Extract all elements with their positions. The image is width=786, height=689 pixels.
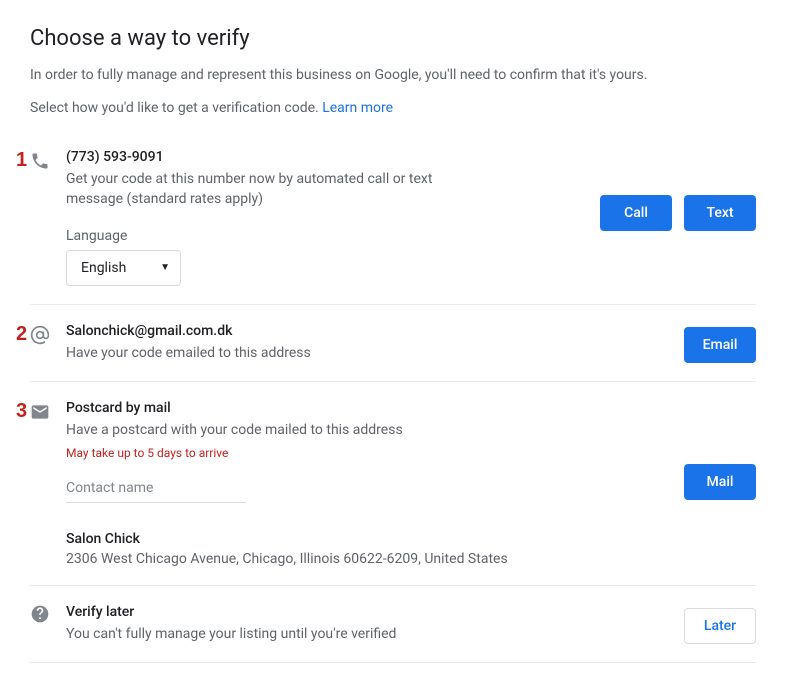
annotation-3: 3 <box>16 400 27 423</box>
intro-prefix: Select how you'd like to get a verificat… <box>30 100 322 116</box>
address-line: 2306 West Chicago Avenue, Chicago, Illin… <box>66 551 672 567</box>
email-desc: Have your code emailed to this address <box>66 343 456 363</box>
verify-option-phone: 1 (773) 593-9091 Get your code at this n… <box>30 131 756 305</box>
intro-line-2: Select how you'd like to get a verificat… <box>30 98 756 119</box>
phone-actions: Call Text <box>600 149 756 286</box>
email-body: Salonchick@gmail.com.dk Have your code e… <box>66 323 672 363</box>
mail-actions: Mail <box>684 400 756 567</box>
phone-number: (773) 593-9091 <box>66 149 588 165</box>
later-body: Verify later You can't fully manage your… <box>66 604 672 644</box>
call-button[interactable]: Call <box>600 195 672 231</box>
later-button[interactable]: Later <box>684 608 756 644</box>
mail-icon <box>30 400 54 567</box>
verify-option-mail: 3 Postcard by mail Have a postcard with … <box>30 382 756 586</box>
language-label: Language <box>66 228 588 244</box>
email-button[interactable]: Email <box>684 327 756 363</box>
phone-icon <box>30 149 54 286</box>
verify-option-later: Verify later You can't fully manage your… <box>30 586 756 663</box>
contact-name-input[interactable] <box>66 474 246 503</box>
phone-body: (773) 593-9091 Get your code at this num… <box>66 149 588 286</box>
page-title: Choose a way to verify <box>30 26 756 51</box>
intro-line-1: In order to fully manage and represent t… <box>30 65 756 86</box>
mail-desc: Have a postcard with your code mailed to… <box>66 420 672 440</box>
language-block: Language English ▼ <box>66 228 588 286</box>
mail-button[interactable]: Mail <box>684 464 756 500</box>
language-select[interactable]: English ▼ <box>66 250 181 286</box>
at-icon <box>30 323 54 363</box>
mail-warning: May take up to 5 days to arrive <box>66 446 672 460</box>
mail-title: Postcard by mail <box>66 400 672 416</box>
text-button[interactable]: Text <box>684 195 756 231</box>
verify-option-email: 2 Salonchick@gmail.com.dk Have your code… <box>30 305 756 382</box>
later-title: Verify later <box>66 604 672 620</box>
later-desc: You can't fully manage your listing unti… <box>66 624 672 644</box>
annotation-1: 1 <box>16 149 27 172</box>
business-name: Salon Chick <box>66 531 672 547</box>
address-block: Salon Chick 2306 West Chicago Avenue, Ch… <box>66 531 672 567</box>
chevron-down-icon: ▼ <box>160 262 170 273</box>
later-actions: Later <box>684 604 756 644</box>
email-address: Salonchick@gmail.com.dk <box>66 323 672 339</box>
help-icon <box>30 604 54 644</box>
email-actions: Email <box>684 323 756 363</box>
learn-more-link[interactable]: Learn more <box>322 100 393 116</box>
mail-body: Postcard by mail Have a postcard with yo… <box>66 400 672 567</box>
phone-desc: Get your code at this number now by auto… <box>66 169 456 210</box>
annotation-2: 2 <box>16 323 27 346</box>
language-value: English <box>81 260 126 276</box>
